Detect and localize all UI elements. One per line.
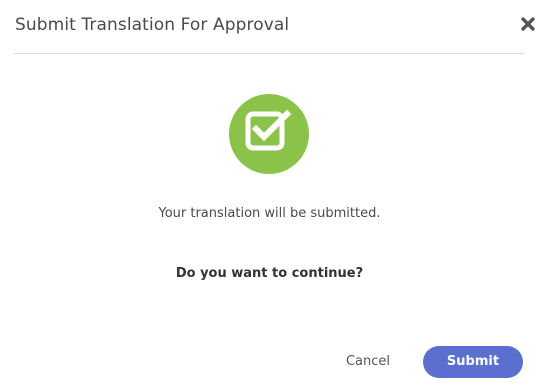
confirmation-message: Your translation will be submitted. <box>158 206 381 221</box>
dialog-header: Submit Translation For Approval <box>14 0 535 54</box>
cancel-button[interactable]: Cancel <box>335 346 401 378</box>
close-button[interactable] <box>519 15 537 33</box>
dialog-title: Submit Translation For Approval <box>15 15 290 35</box>
submit-button[interactable]: Submit <box>423 346 523 378</box>
confirmation-question: Do you want to continue? <box>175 266 364 281</box>
success-status-circle <box>229 94 309 174</box>
close-icon <box>521 17 535 31</box>
submit-translation-dialog: Submit Translation For Approval Your tra… <box>0 0 539 392</box>
checkbox-checked-icon <box>245 109 292 151</box>
